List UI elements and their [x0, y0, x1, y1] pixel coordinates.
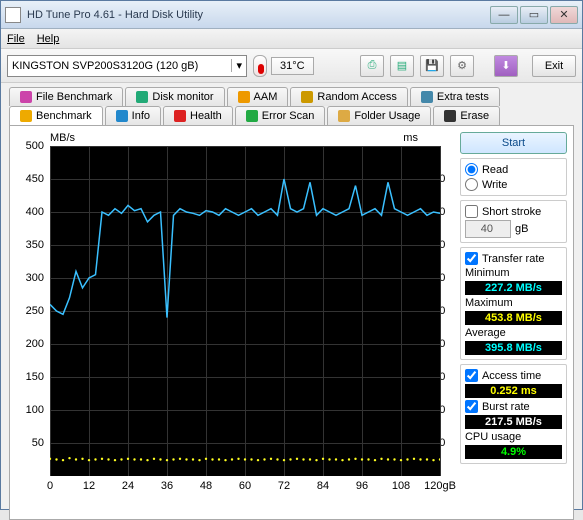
- tab-folder-usage[interactable]: Folder Usage: [327, 106, 431, 125]
- minimum-label: Minimum: [465, 267, 562, 279]
- disk-monitor-icon: [136, 91, 148, 103]
- tab-label: Random Access: [317, 91, 396, 103]
- benchmark-icon: [20, 110, 32, 122]
- drive-selected-text: KINGSTON SVP200S3120G (120 gB): [12, 60, 198, 72]
- write-radio[interactable]: Write: [465, 178, 562, 191]
- tab-label: Info: [132, 110, 150, 122]
- access-time-value: 0.252 ms: [465, 384, 562, 398]
- tab-info[interactable]: Info: [105, 106, 161, 125]
- tab-label: Health: [190, 110, 222, 122]
- exit-button[interactable]: Exit: [532, 55, 576, 77]
- short-stroke-unit: gB: [515, 223, 528, 235]
- average-label: Average: [465, 327, 562, 339]
- app-window: HD Tune Pro 4.61 - Hard Disk Utility — ▭…: [0, 0, 583, 510]
- short-stroke-input[interactable]: [465, 220, 511, 238]
- tab-label: Disk monitor: [152, 91, 213, 103]
- y-axis-left-label: MB/s: [50, 132, 75, 144]
- save-icon: 💾: [425, 59, 439, 72]
- erase-icon: [444, 110, 456, 122]
- options-button[interactable]: ⚙: [450, 55, 474, 77]
- tabs-primary: Benchmark Info Health Error Scan Folder Usag…: [1, 106, 582, 125]
- cpu-usage-label: CPU usage: [465, 431, 562, 443]
- minimum-value: 227.2 MB/s: [465, 281, 562, 295]
- tab-label: AAM: [254, 91, 278, 103]
- extra-tests-icon: [421, 91, 433, 103]
- temperature-display: 31°C: [253, 55, 314, 77]
- benchmark-panel: MB/s ms 50100150200250300350400450500 0.…: [9, 125, 574, 520]
- window-title: HD Tune Pro 4.61 - Hard Disk Utility: [27, 9, 490, 21]
- info-icon: [116, 110, 128, 122]
- load-button[interactable]: ⬇: [494, 55, 518, 77]
- maximize-button[interactable]: ▭: [520, 6, 548, 24]
- benchmark-chart: MB/s ms 50100150200250300350400450500 0.…: [16, 132, 452, 512]
- menubar: File Help: [1, 29, 582, 49]
- error-scan-icon: [246, 110, 258, 122]
- tab-label: Benchmark: [36, 110, 92, 122]
- transfer-rate-checkbox[interactable]: Transfer rate: [465, 252, 562, 265]
- burst-rate-value: 217.5 MB/s: [465, 415, 562, 429]
- menu-file[interactable]: File: [7, 33, 25, 45]
- download-icon: ⬇: [501, 59, 510, 72]
- tab-extra-tests[interactable]: Extra tests: [410, 87, 500, 106]
- tab-aam[interactable]: AAM: [227, 87, 289, 106]
- drive-select[interactable]: KINGSTON SVP200S3120G (120 gB) ▾: [7, 55, 247, 77]
- short-stroke-checkbox[interactable]: Short stroke: [465, 205, 562, 218]
- side-panel: Start Read Write Short stroke gB Transfe…: [460, 132, 567, 513]
- read-radio[interactable]: Read: [465, 163, 562, 176]
- close-button[interactable]: ✕: [550, 6, 578, 24]
- thermometer-icon: [253, 55, 267, 77]
- minimize-button[interactable]: —: [490, 6, 518, 24]
- tab-disk-monitor[interactable]: Disk monitor: [125, 87, 224, 106]
- tab-error-scan[interactable]: Error Scan: [235, 106, 326, 125]
- access-time-checkbox[interactable]: Access time: [465, 369, 562, 382]
- tab-label: Folder Usage: [354, 110, 420, 122]
- folder-usage-icon: [338, 110, 350, 122]
- titlebar: HD Tune Pro 4.61 - Hard Disk Utility — ▭…: [1, 1, 582, 29]
- start-button[interactable]: Start: [460, 132, 567, 154]
- copy-info-button[interactable]: ⎙: [360, 55, 384, 77]
- tab-label: Erase: [460, 110, 489, 122]
- chevron-down-icon: ▾: [231, 59, 242, 72]
- aam-icon: [238, 91, 250, 103]
- y-ticks-left: 50100150200250300350400450500: [16, 146, 46, 476]
- random-access-icon: [301, 91, 313, 103]
- tab-random-access[interactable]: Random Access: [290, 87, 407, 106]
- copy-icon: ⎙: [368, 59, 377, 72]
- average-value: 395.8 MB/s: [465, 341, 562, 355]
- tab-benchmark[interactable]: Benchmark: [9, 106, 103, 125]
- screenshot-button[interactable]: ▤: [390, 55, 414, 77]
- temperature-value: 31°C: [271, 57, 314, 75]
- screenshot-icon: ▤: [397, 59, 407, 72]
- tab-label: Error Scan: [262, 110, 315, 122]
- save-button[interactable]: 💾: [420, 55, 444, 77]
- tab-label: File Benchmark: [36, 91, 112, 103]
- gear-icon: ⚙: [457, 59, 467, 72]
- cpu-usage-value: 4.9%: [465, 445, 562, 459]
- y-axis-right-label: ms: [403, 132, 418, 144]
- tab-file-benchmark[interactable]: File Benchmark: [9, 87, 123, 106]
- chart-plot-area: [50, 146, 440, 476]
- app-icon: [5, 7, 21, 23]
- health-icon: [174, 110, 186, 122]
- maximum-value: 453.8 MB/s: [465, 311, 562, 325]
- toolbar: KINGSTON SVP200S3120G (120 gB) ▾ 31°C ⎙ …: [1, 49, 582, 83]
- tab-health[interactable]: Health: [163, 106, 233, 125]
- x-ticks: 01224364860728496108120gB: [50, 478, 440, 496]
- maximum-label: Maximum: [465, 297, 562, 309]
- burst-rate-checkbox[interactable]: Burst rate: [465, 400, 562, 413]
- menu-help[interactable]: Help: [37, 33, 60, 45]
- tab-label: Extra tests: [437, 91, 489, 103]
- file-benchmark-icon: [20, 91, 32, 103]
- tab-erase[interactable]: Erase: [433, 106, 500, 125]
- tabs-secondary: File Benchmark Disk monitor AAM Random Acce…: [1, 83, 582, 106]
